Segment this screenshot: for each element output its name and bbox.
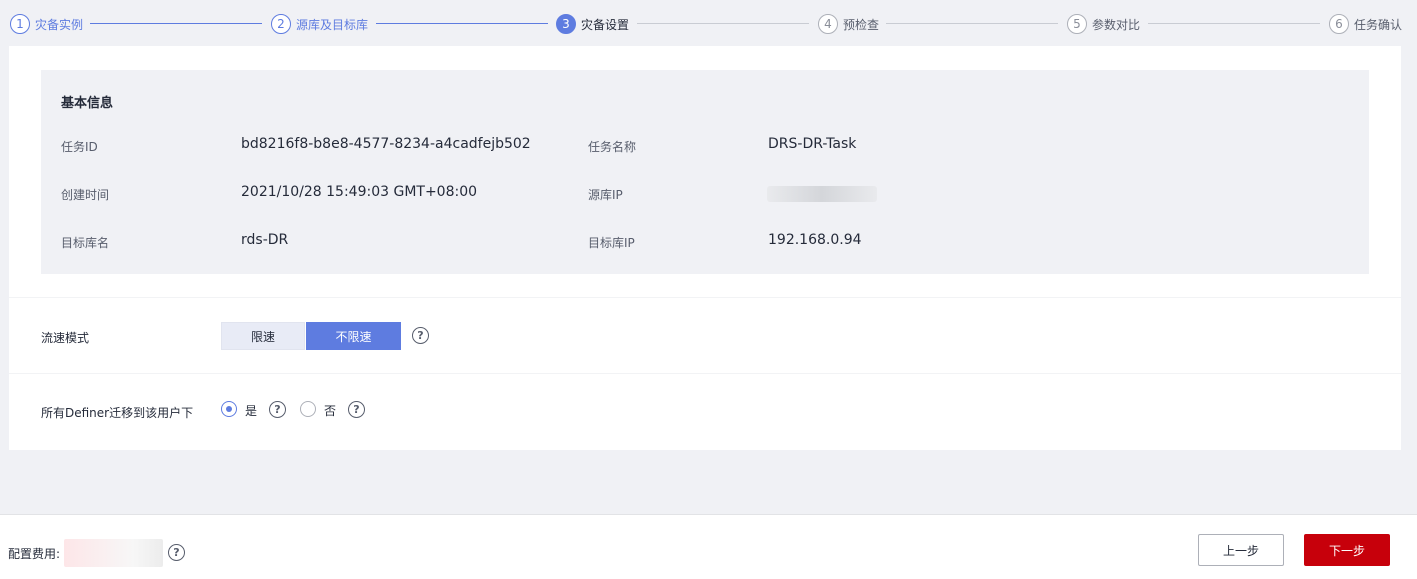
task-name-label: 任务名称 [588,140,637,154]
task-id-value: bd8216f8-b8e8-4577-8234-a4cadfejb502 [241,136,531,152]
step-label: 灾备设置 [581,17,630,32]
step-1: 1 灾备实例 [10,13,83,35]
step-number: 3 [556,14,576,34]
step-label: 预检查 [843,17,880,32]
flow-mode-label: 流速模式 [41,331,90,345]
help-icon[interactable]: ? [269,401,286,418]
created-time-value: 2021/10/28 15:49:03 GMT+08:00 [241,184,478,200]
config-fee-redacted [64,539,163,567]
definer-yes-label[interactable]: 是 [245,402,257,419]
step-label: 任务确认 [1354,17,1403,32]
step-connector [90,23,262,24]
settings-panel: 基本信息 任务ID bd8216f8-b8e8-4577-8234-a4cadf… [9,46,1401,450]
flow-mode-limited-option[interactable]: 限速 [221,322,305,350]
definer-no-label[interactable]: 否 [324,402,336,419]
definer-no-radio[interactable] [300,401,316,417]
help-icon[interactable]: ? [348,401,365,418]
divider [9,297,1401,298]
previous-step-button[interactable]: 上一步 [1198,534,1284,566]
step-6: 6 任务确认 [1329,13,1402,35]
step-connector [376,23,548,24]
step-connector [637,23,809,24]
config-fee-label: 配置费用: [8,547,61,561]
target-ip-value: 192.168.0.94 [768,232,862,248]
definer-label: 所有Definer迁移到该用户下 [41,406,194,420]
task-name-value: DRS-DR-Task [768,136,857,152]
divider [9,373,1401,374]
next-step-button[interactable]: 下一步 [1304,534,1390,566]
step-3: 3 灾备设置 [556,13,629,35]
steps-bar: 1 灾备实例 2 源库及目标库 3 灾备设置 4 预检查 5 参数对比 6 任务… [0,0,1417,46]
step-label: 参数对比 [1092,17,1141,32]
footer-bar: 配置费用: ? 上一步 下一步 [0,514,1417,579]
step-number: 5 [1067,14,1087,34]
help-icon[interactable]: ? [412,327,429,344]
task-id-label: 任务ID [61,140,98,154]
step-label: 源库及目标库 [296,17,369,32]
flow-mode-toggle: 限速 不限速 [221,322,401,350]
step-number: 2 [271,14,291,34]
created-time-label: 创建时间 [61,188,110,202]
definer-yes-radio[interactable] [221,401,237,417]
step-4: 4 预检查 [818,13,879,35]
source-ip-label: 源库IP [588,188,623,202]
basic-info-title: 基本信息 [61,96,114,111]
target-db-label: 目标库名 [61,236,110,250]
source-ip-redacted [767,186,877,202]
flow-mode-unlimited-option[interactable]: 不限速 [306,322,401,350]
step-label: 灾备实例 [35,17,84,32]
step-2: 2 源库及目标库 [271,13,368,35]
step-number: 1 [10,14,30,34]
step-connector [886,23,1058,24]
target-ip-label: 目标库IP [588,236,635,250]
help-icon[interactable]: ? [168,544,185,561]
step-number: 6 [1329,14,1349,34]
target-db-value: rds-DR [241,232,289,248]
step-number: 4 [818,14,838,34]
step-5: 5 参数对比 [1067,13,1140,35]
step-connector [1148,23,1320,24]
basic-info-card: 基本信息 任务ID bd8216f8-b8e8-4577-8234-a4cadf… [41,70,1369,274]
